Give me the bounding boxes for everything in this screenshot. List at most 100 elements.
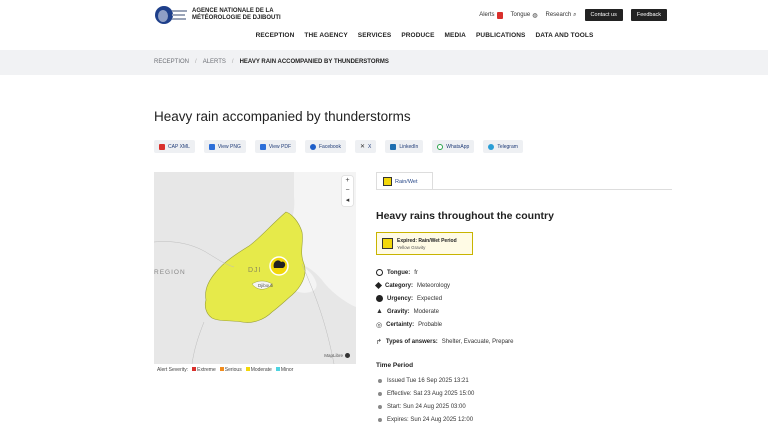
legend-item-extreme: Extreme [192, 367, 216, 373]
property-urgency: Urgency: Expected [376, 292, 514, 305]
info-icon[interactable] [345, 353, 350, 358]
zoom-out-button[interactable]: − [345, 186, 349, 196]
rain-warning-icon [382, 238, 393, 249]
view-pdf-button[interactable]: View PDF [254, 140, 296, 153]
map-attribution: MapLibre [324, 353, 350, 358]
alerts-link[interactable]: Alerts [479, 11, 503, 19]
region-label: REGION [154, 269, 186, 276]
share-label: View PNG [217, 143, 241, 150]
whatsapp-icon [437, 143, 444, 150]
image-icon [208, 143, 215, 150]
property-certainty: ◎ Certainty: Probable [376, 321, 443, 329]
nav-agency[interactable]: THE AGENCY [304, 32, 347, 48]
x-button[interactable]: ✕ X [354, 140, 377, 153]
main-nav: RECEPTION THE AGENCY SERVICES PRODUCE ME… [0, 32, 768, 48]
search-icon: ⌕ [573, 11, 577, 18]
x-icon: ✕ [359, 144, 365, 150]
breadcrumb-bar: RECEPTION / ALERTS / HEAVY RAIN ACCOMPAN… [0, 50, 768, 75]
contact-button[interactable]: Contact us [584, 9, 623, 21]
tongue-label: Tongue [510, 12, 531, 18]
breadcrumb-alerts[interactable]: ALERTS [203, 59, 226, 65]
timeline-dot [378, 378, 382, 383]
legend-item-minor: Minor [275, 367, 293, 373]
timeline-dot [378, 404, 382, 409]
linkedin-button[interactable]: LinkedIn [385, 140, 424, 153]
nav-media[interactable]: MEDIA [445, 32, 466, 48]
agency-name: AGENCE NATIONALE DE LA MÉTÉOROLOGIE DE D… [192, 8, 281, 21]
nav-services[interactable]: SERVICES [358, 32, 392, 48]
city-label: Djibouti [258, 283, 273, 288]
search-link[interactable]: Research ⌕ [545, 12, 576, 19]
directions-icon: ↱ [376, 338, 382, 346]
time-period-title: Time Period [376, 362, 414, 369]
timeline-item: Start: Sun 24 Aug 2025 03:00 [378, 400, 474, 413]
cap-xml-button[interactable]: CAP XML [154, 140, 195, 153]
zoom-in-button[interactable]: + [345, 176, 349, 186]
legend-item-moderate: Moderate [245, 367, 272, 373]
timeline-item: Issued Tue 16 Sep 2025 13:21 [378, 374, 474, 387]
telegram-button[interactable]: Telegram [483, 140, 523, 153]
globe-icon [376, 269, 383, 276]
facebook-icon [310, 143, 316, 150]
file-icon [159, 143, 165, 150]
breadcrumb: RECEPTION / ALERTS / HEAVY RAIN ACCOMPAN… [154, 59, 389, 65]
property-tongue: Tongue: fr [376, 266, 514, 279]
nav-publications[interactable]: PUBLICATIONS [476, 32, 525, 48]
page-title: Heavy rain accompanied by thunderstorms [154, 109, 411, 124]
breadcrumb-separator: / [195, 59, 197, 65]
breadcrumb-home[interactable]: RECEPTION [154, 59, 189, 65]
status-title: Expired: Rain/Wet Period [397, 237, 457, 244]
maplibre-credit[interactable]: MapLibre [324, 353, 343, 358]
nav-data-tools[interactable]: DATA AND TOOLS [535, 32, 593, 48]
compass-icon [376, 295, 383, 302]
property-gravity: ▲ Gravity: Moderate [376, 308, 439, 315]
target-icon: ◎ [376, 321, 383, 329]
share-label: WhatsApp [446, 143, 470, 150]
legend-item-serious: Serious [219, 367, 242, 373]
tab-rain-wet[interactable]: Rain/Wet [376, 172, 433, 190]
share-label: Telegram [497, 143, 518, 150]
share-label: View PDF [268, 143, 291, 150]
reset-north-button[interactable]: ◂ [346, 196, 350, 206]
tag-icon [374, 281, 383, 290]
legend-title: Alert Severity: [157, 367, 189, 373]
nav-produce[interactable]: PRODUCE [401, 32, 434, 48]
share-label: X [368, 143, 372, 150]
property-category: Category: Meteorology [374, 279, 514, 292]
severity-legend: Alert Severity: Extreme Serious Moderate… [154, 364, 356, 376]
breadcrumb-separator: / [231, 59, 234, 65]
timeline-dot [378, 417, 382, 422]
map-controls: + − ◂ [342, 176, 353, 206]
pdf-icon [259, 143, 266, 150]
breadcrumb-current: HEAVY RAIN ACCOMPANIED BY THUNDERSTORMS [239, 59, 389, 65]
research-label: Research [545, 12, 572, 18]
language-menu[interactable]: Tongue ◍ [511, 12, 538, 19]
timeline-item: Effective: Sat 23 Aug 2025 15:00 [378, 387, 474, 400]
alert-properties: Tongue: fr Category: Meteorology Urgency: E… [374, 266, 514, 348]
agency-logo[interactable] [154, 4, 188, 26]
warning-icon: ▲ [376, 308, 383, 315]
country-label: DJI [248, 267, 262, 274]
share-bar: CAP XML View PNG View PDF Facebook ✕ X L… [154, 140, 523, 153]
status-badge: Expired: Rain/Wet Period Yellow Gravity [376, 232, 473, 255]
alert-map[interactable]: DJI Djibouti REGION + − ◂ MapLibre [154, 172, 356, 364]
view-png-button[interactable]: View PNG [203, 140, 246, 153]
map-canvas[interactable]: DJI Djibouti [154, 172, 356, 364]
rain-warning-icon [383, 177, 392, 186]
tab-label: Rain/Wet [395, 178, 418, 185]
telegram-icon [488, 143, 495, 150]
facebook-button[interactable]: Facebook [305, 140, 346, 153]
globe-icon: ◍ [532, 12, 538, 19]
time-period-list: Issued Tue 16 Sep 2025 13:21 Effective: … [378, 374, 474, 426]
timeline-item: Expires: Sun 24 Aug 2025 12:00 [378, 413, 474, 426]
nav-reception[interactable]: RECEPTION [256, 32, 295, 48]
linkedin-icon [390, 143, 397, 150]
feedback-button[interactable]: Feedback [630, 9, 667, 21]
alerts-label: Alerts [479, 12, 495, 18]
timeline-dot [378, 391, 382, 396]
tab-divider [376, 189, 672, 190]
alert-headline: Heavy rains throughout the country [376, 210, 554, 222]
alert-badge-icon [496, 11, 503, 19]
whatsapp-button[interactable]: WhatsApp [432, 140, 475, 153]
share-label: CAP XML [168, 143, 190, 150]
